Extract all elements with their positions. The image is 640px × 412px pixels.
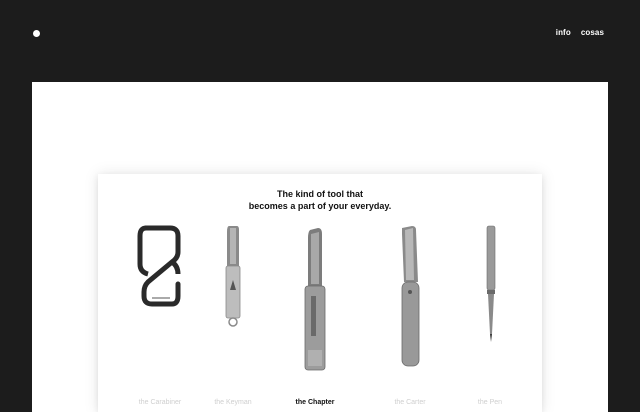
product-label-carter[interactable]: the Carter <box>370 399 450 406</box>
top-bar: info cosas <box>0 0 640 82</box>
product-label-carabiner[interactable]: the Carabiner <box>120 399 200 406</box>
product-label-keyman[interactable]: the Keyman <box>193 399 273 406</box>
headline-line-1: The kind of tool that <box>277 189 363 199</box>
headline-line-2: becomes a part of your everyday. <box>248 201 392 211</box>
chapter-knife-icon[interactable] <box>298 226 332 374</box>
product-label-chapter[interactable]: the Chapter <box>275 399 355 406</box>
headline: The kind of tool that becomes a part of … <box>98 188 542 212</box>
home-dot-icon[interactable] <box>33 30 40 37</box>
content-area: The kind of tool that becomes a part of … <box>32 82 608 412</box>
pocket-knife-icon[interactable] <box>222 224 244 328</box>
main-nav: info cosas <box>556 28 604 37</box>
pen-icon[interactable] <box>484 224 498 348</box>
nav-cosas-link[interactable]: cosas <box>581 28 604 37</box>
product-label-pen[interactable]: the Pen <box>450 399 530 406</box>
slip-joint-knife-icon[interactable] <box>396 224 424 370</box>
carabiner-icon[interactable] <box>136 224 182 308</box>
product-card: The kind of tool that becomes a part of … <box>98 174 542 412</box>
nav-info-link[interactable]: info <box>556 28 571 37</box>
